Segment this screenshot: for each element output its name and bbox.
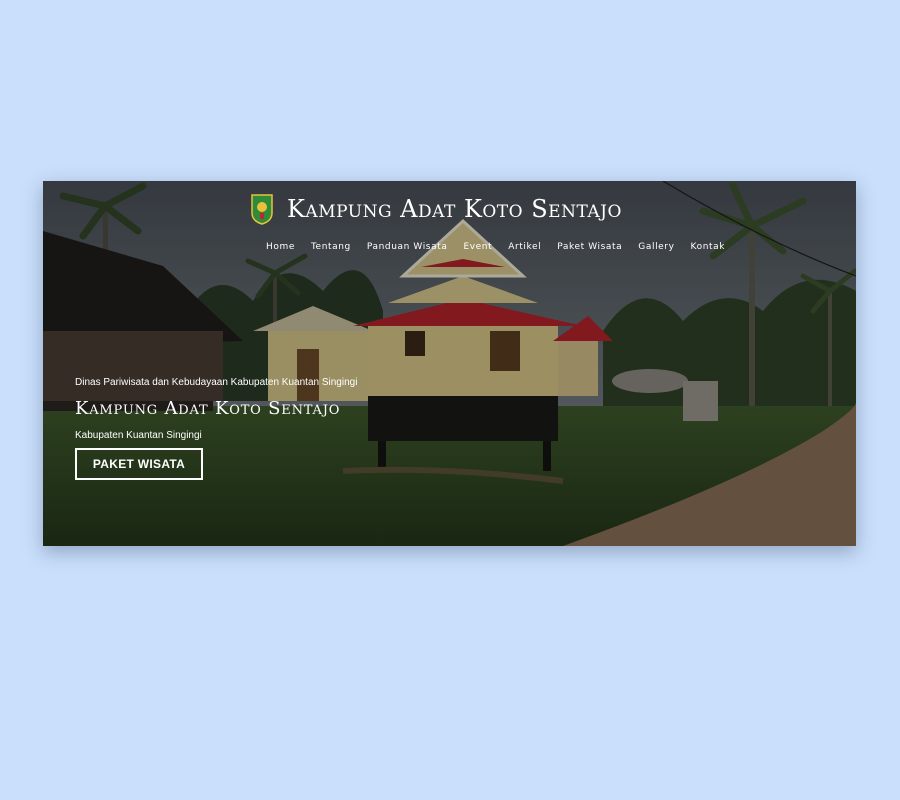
- hero-title: Kampung Adat Koto Sentajo: [75, 398, 341, 419]
- main-navigation: Home Tentang Panduan Wisata Event Artike…: [266, 242, 725, 252]
- website-screenshot: Kampung Adat Koto Sentajo Home Tentang P…: [43, 181, 856, 546]
- nav-panduan-wisata[interactable]: Panduan Wisata: [367, 242, 448, 252]
- hero-kicker: Dinas Pariwisata dan Kebudayaan Kabupate…: [75, 377, 358, 388]
- site-title: Kampung Adat Koto Sentajo: [287, 195, 622, 223]
- nav-kontak[interactable]: Kontak: [691, 242, 726, 252]
- hero-subtitle: Kabupaten Kuantan Singingi: [75, 430, 202, 441]
- regency-crest-icon: [251, 194, 273, 225]
- nav-home[interactable]: Home: [266, 242, 295, 252]
- nav-tentang[interactable]: Tentang: [311, 242, 351, 252]
- nav-event[interactable]: Event: [463, 242, 492, 252]
- nav-paket-wisata[interactable]: Paket Wisata: [557, 242, 622, 252]
- site-brand[interactable]: Kampung Adat Koto Sentajo: [251, 191, 622, 227]
- nav-artikel[interactable]: Artikel: [508, 242, 541, 252]
- hero-background-photo: [43, 181, 856, 546]
- nav-gallery[interactable]: Gallery: [638, 242, 674, 252]
- paket-wisata-button[interactable]: PAKET WISATA: [75, 448, 203, 480]
